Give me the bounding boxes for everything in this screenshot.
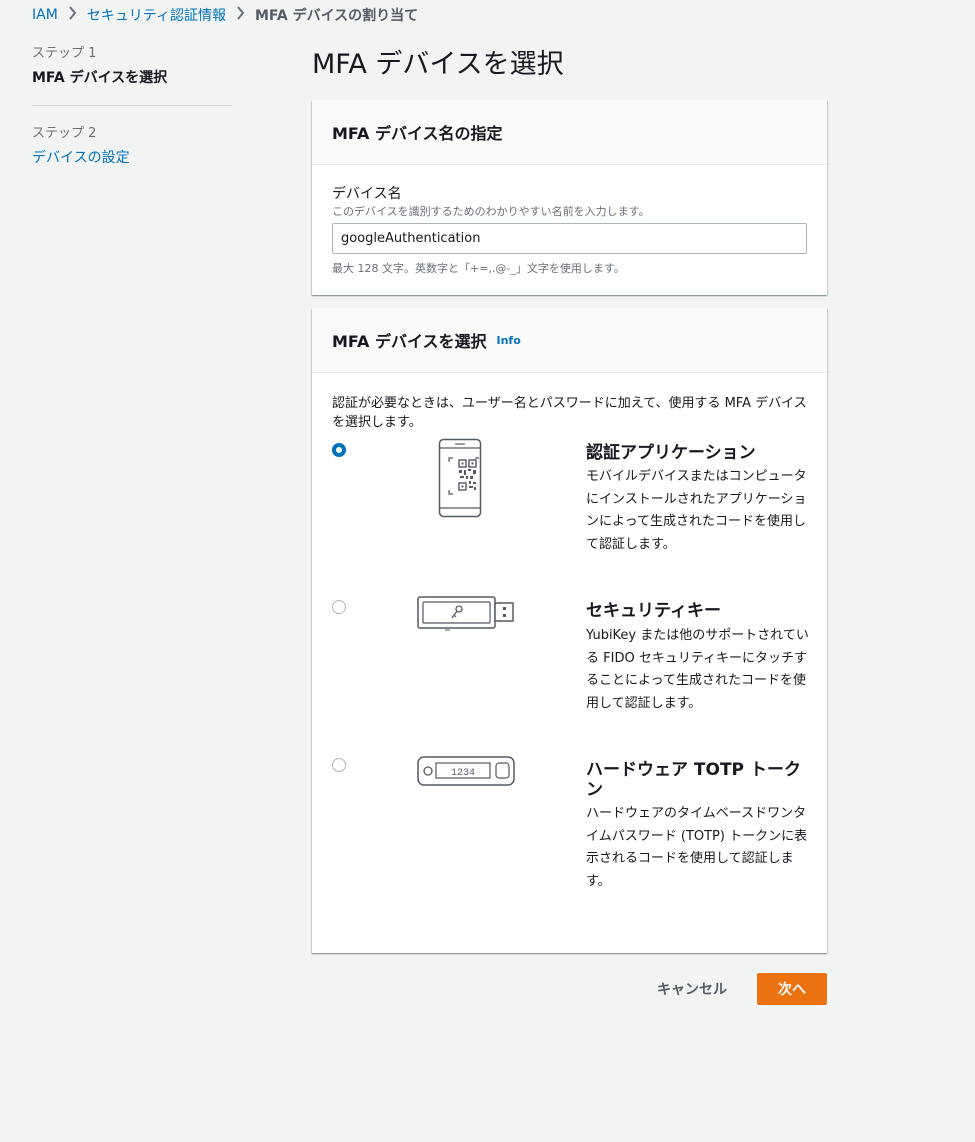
wizard-steps: ステップ 1 MFA デバイスを選択 ステップ 2 デバイスの設定 [32, 42, 232, 167]
device-name-label: デバイス名 [332, 186, 402, 202]
chevron-right-icon [236, 6, 245, 24]
phone-qr-icon [438, 438, 482, 522]
step-2-link[interactable]: デバイスの設定 [32, 147, 232, 167]
breadcrumb-iam-link[interactable]: IAM [32, 7, 58, 23]
option-authenticator-app-title: 認証アプリケーション [586, 443, 756, 463]
totp-token-icon: 1234 [417, 756, 515, 792]
breadcrumb-current: MFA デバイスの割り当て [254, 8, 419, 24]
panel-header: MFA デバイスを選択 Info [312, 308, 827, 373]
panel-header: MFA デバイス名の指定 [312, 100, 827, 165]
option-authenticator-app-description: モバイルデバイスまたはコンピュータにインストールされたアプリケーションによって生… [586, 469, 807, 552]
device-type-heading: MFA デバイスを選択 [332, 332, 487, 351]
device-name-hint: 最大 128 文字。英数字と「+=,.@-_」文字を使用します。 [332, 262, 625, 275]
device-type-intro: 認証が必要なときは、ユーザー名とパスワードに加えて、使用する MFA デバイスを… [332, 396, 807, 430]
option-security-key-description: YubiKey または他のサポートされている FIDO セキュリティキーにタッチ… [586, 628, 809, 711]
option-hardware-totp-description: ハードウェアのタイムベースドワンタイムパスワード (TOTP) トークンに表示さ… [586, 806, 808, 889]
radio-security-key[interactable] [332, 600, 346, 614]
page-title: MFA デバイスを選択 [312, 49, 564, 80]
step-1-label: ステップ 1 [32, 46, 97, 61]
cancel-button[interactable]: キャンセル [646, 973, 738, 1005]
radio-hardware-totp[interactable] [332, 758, 346, 772]
radio-authenticator-app[interactable] [332, 443, 346, 457]
device-name-heading: MFA デバイス名の指定 [332, 124, 503, 143]
step-2-label: ステップ 2 [32, 126, 97, 141]
option-security-key-title: セキュリティキー [586, 601, 721, 621]
step-1-title: MFA デバイスを選択 [32, 70, 168, 86]
device-name-panel: MFA デバイス名の指定 デバイス名 このデバイスを識別するためのわかりやすい名… [312, 100, 827, 295]
token-display-text: 1234 [451, 768, 475, 779]
next-button[interactable]: 次へ [757, 973, 827, 1005]
chevron-right-icon [68, 6, 77, 24]
info-link[interactable]: Info [497, 334, 521, 347]
option-hardware-totp-title: ハードウェア TOTP トークン [586, 760, 801, 800]
device-name-description: このデバイスを識別するためのわかりやすい名前を入力します。 [332, 205, 650, 218]
breadcrumb: IAM セキュリティ認証情報 MFA デバイスの割り当て [32, 5, 418, 25]
usb-key-icon [417, 596, 515, 636]
step-divider [32, 105, 232, 106]
breadcrumb-credentials-link[interactable]: セキュリティ認証情報 [87, 5, 226, 25]
device-name-input[interactable] [332, 223, 807, 254]
device-type-panel: MFA デバイスを選択 Info 認証が必要なときは、ユーザー名とパスワードに加… [312, 308, 827, 953]
